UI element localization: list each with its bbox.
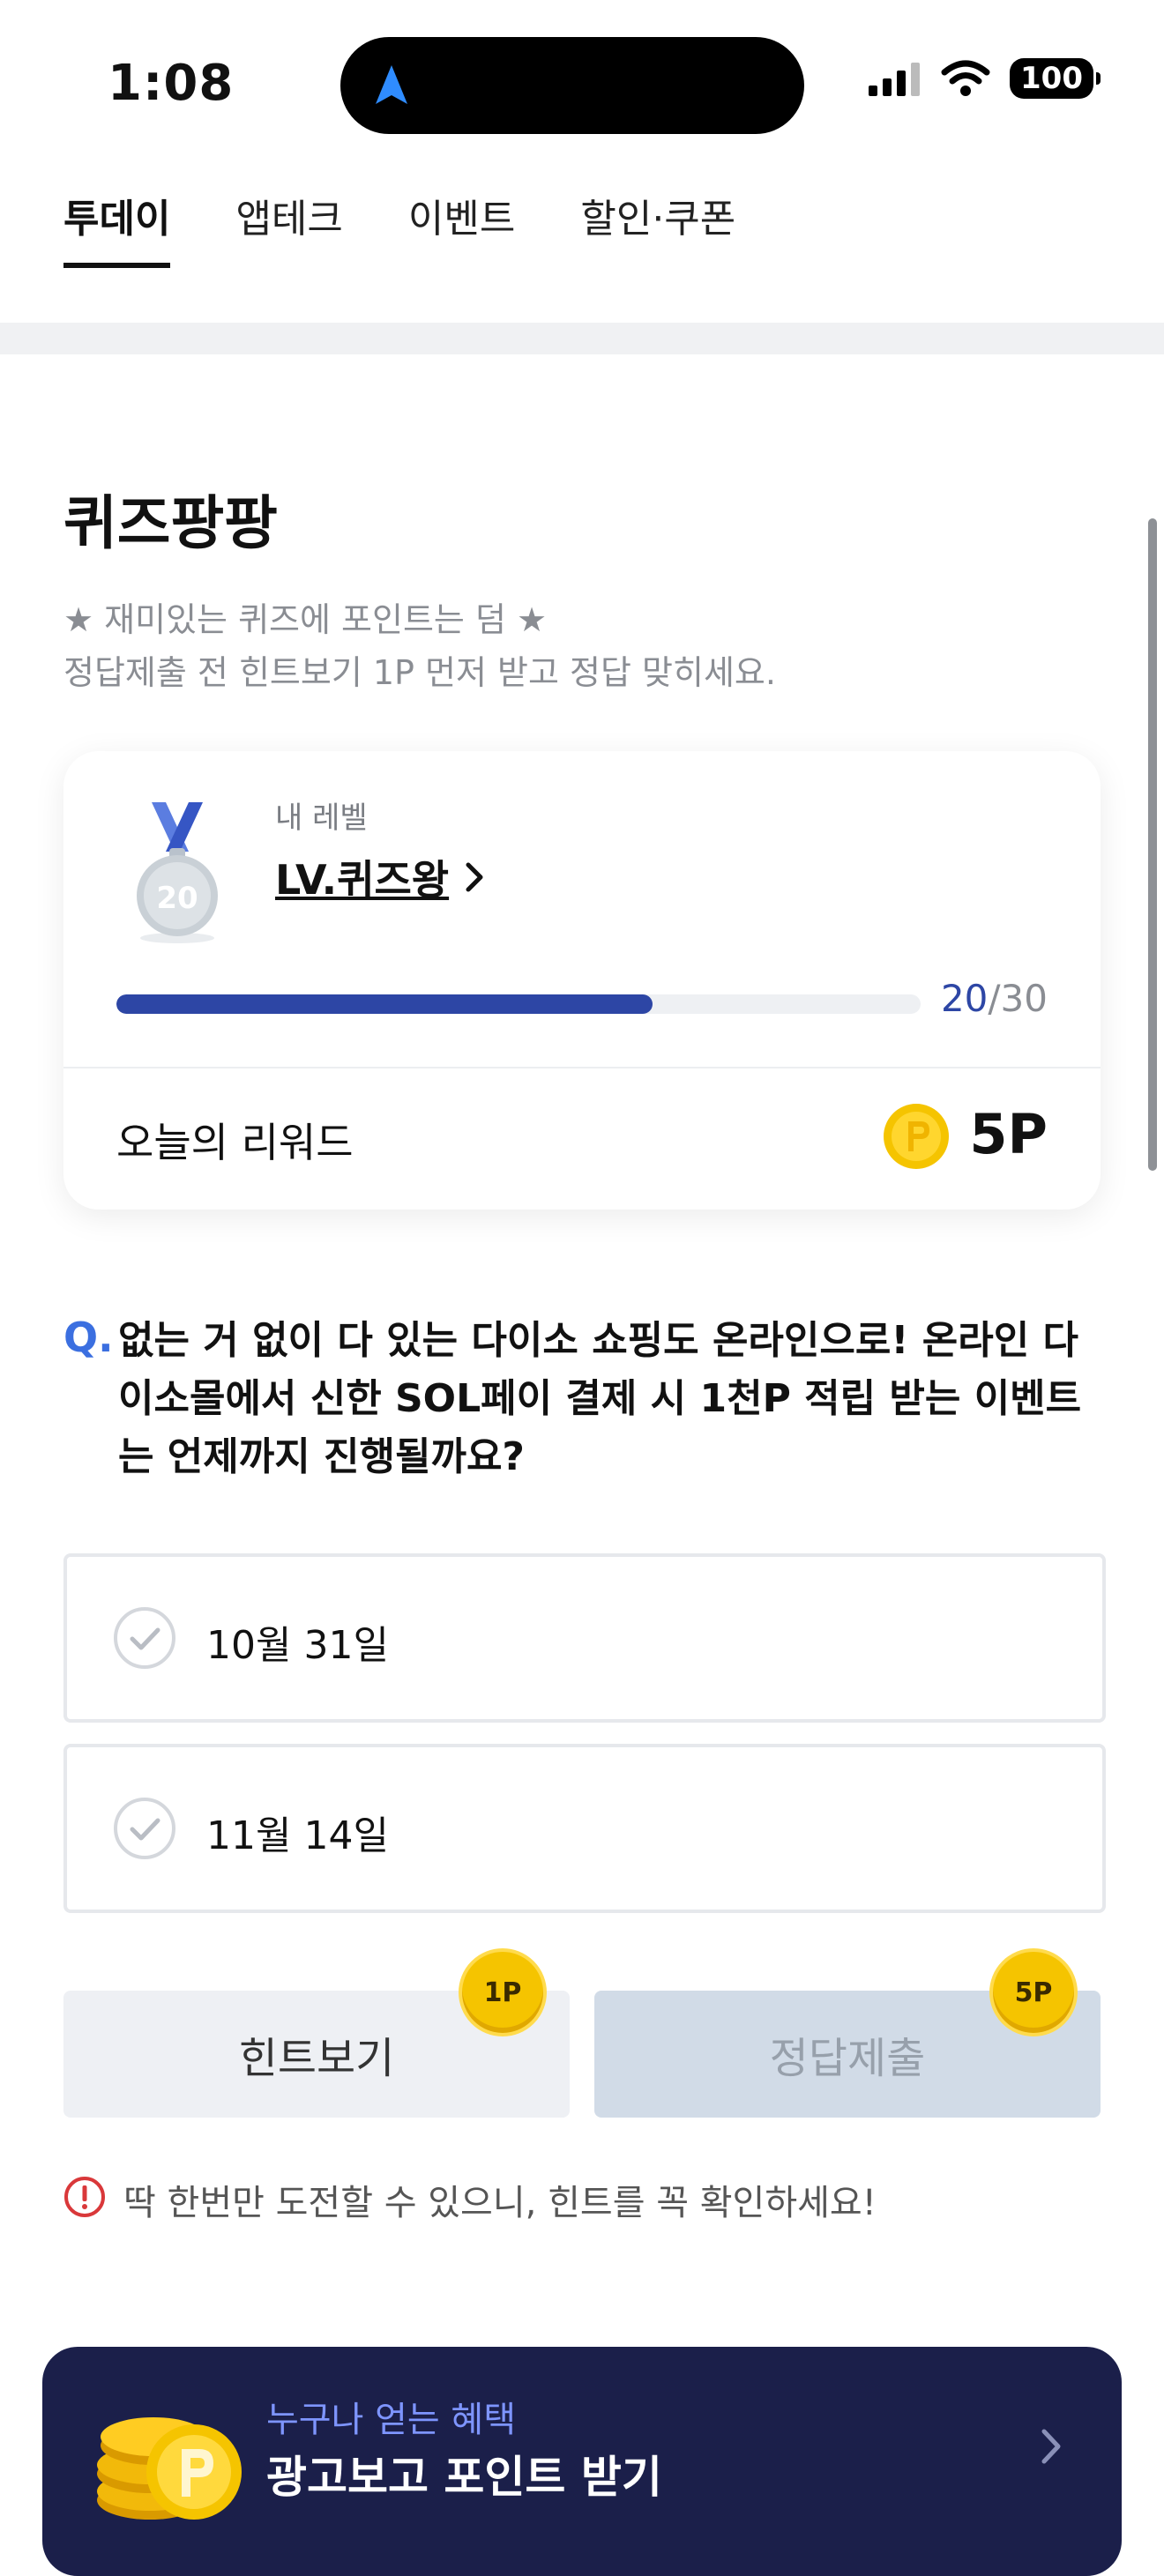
medal-number: 20 — [156, 881, 198, 916]
level-name: LV.퀴즈왕 — [275, 856, 450, 904]
answer-option-label: 11월 14일 — [206, 1813, 389, 1858]
subtitle-line-2: 정답제출 전 힌트보기 1P 먼저 받고 정답 맞히세요. — [63, 653, 776, 692]
ad-point-banner[interactable]: 누구나 얻는 혜택 광고보고 포인트 받기 — [42, 2347, 1122, 2576]
warning-icon — [64, 2177, 105, 2217]
chevron-right-icon — [1041, 2429, 1061, 2464]
my-level-label: 내 레벨 — [275, 800, 368, 836]
card-divider — [63, 1067, 1101, 1068]
tab-discount-coupon[interactable]: 할인·쿠폰 — [580, 187, 735, 268]
progress-current: 20 — [940, 977, 989, 1020]
tab-apptech[interactable]: 앱테크 — [235, 187, 342, 268]
top-tab-bar: 투데이 앱테크 이벤트 할인·쿠폰 — [63, 187, 735, 268]
check-circle-icon — [114, 1798, 175, 1859]
level-name-link[interactable]: LV.퀴즈왕 — [275, 848, 486, 906]
chevron-right-icon — [466, 862, 483, 892]
page-title: 퀴즈팡팡 — [63, 489, 278, 557]
coin-stack-icon — [97, 2417, 242, 2520]
banner-title: 광고보고 포인트 받기 — [266, 2452, 662, 2503]
subtitle-line-1: ★ 재미있는 퀴즈에 포인트는 덤 ★ — [63, 600, 548, 639]
answer-option-1[interactable]: 10월 31일 — [63, 1553, 1106, 1723]
level-progress-fill — [116, 994, 653, 1014]
tab-today[interactable]: 투데이 — [63, 187, 171, 268]
hint-point-badge: 1P — [459, 1948, 547, 2036]
level-card: 20 내 레벨 LV.퀴즈왕 20/30 오늘의 리워드 5P — [63, 751, 1101, 1210]
navigation-arrow-icon — [376, 65, 407, 104]
signal-icon — [869, 63, 921, 96]
battery-indicator: 100 — [1010, 58, 1101, 99]
medal-icon: 20 — [137, 802, 218, 943]
level-progress-count: 20/30 — [941, 977, 1048, 1020]
banner-subtitle: 누구나 얻는 혜택 — [266, 2400, 517, 2440]
level-progress-bar — [116, 994, 921, 1014]
dynamic-island — [340, 37, 804, 134]
wifi-icon — [941, 60, 990, 96]
question-prefix: Q. — [63, 1314, 114, 1361]
progress-total: 30 — [1000, 977, 1048, 1020]
status-time: 1:08 — [108, 55, 235, 112]
progress-separator: / — [988, 977, 1001, 1020]
reward-label: 오늘의 리워드 — [116, 1119, 354, 1166]
point-coin-icon — [884, 1104, 949, 1169]
section-divider — [0, 323, 1164, 354]
check-circle-icon — [114, 1607, 175, 1669]
answer-option-label: 10월 31일 — [206, 1623, 389, 1668]
question-text: 없는 거 없이 다 있는 다이소 쇼핑도 온라인으로! 온라인 다이소몰에서 신… — [118, 1318, 1082, 1479]
submit-point-badge: 5P — [989, 1948, 1078, 2036]
tab-event[interactable]: 이벤트 — [408, 187, 515, 268]
answer-option-2[interactable]: 11월 14일 — [63, 1744, 1106, 1913]
status-icons: 100 — [867, 58, 1101, 99]
reward-value: 5P — [969, 1102, 1048, 1166]
notice-text: 딱 한번만 도전할 수 있으니, 힌트를 꼭 확인하세요! — [123, 2183, 877, 2223]
scrollbar[interactable] — [1148, 518, 1157, 1171]
